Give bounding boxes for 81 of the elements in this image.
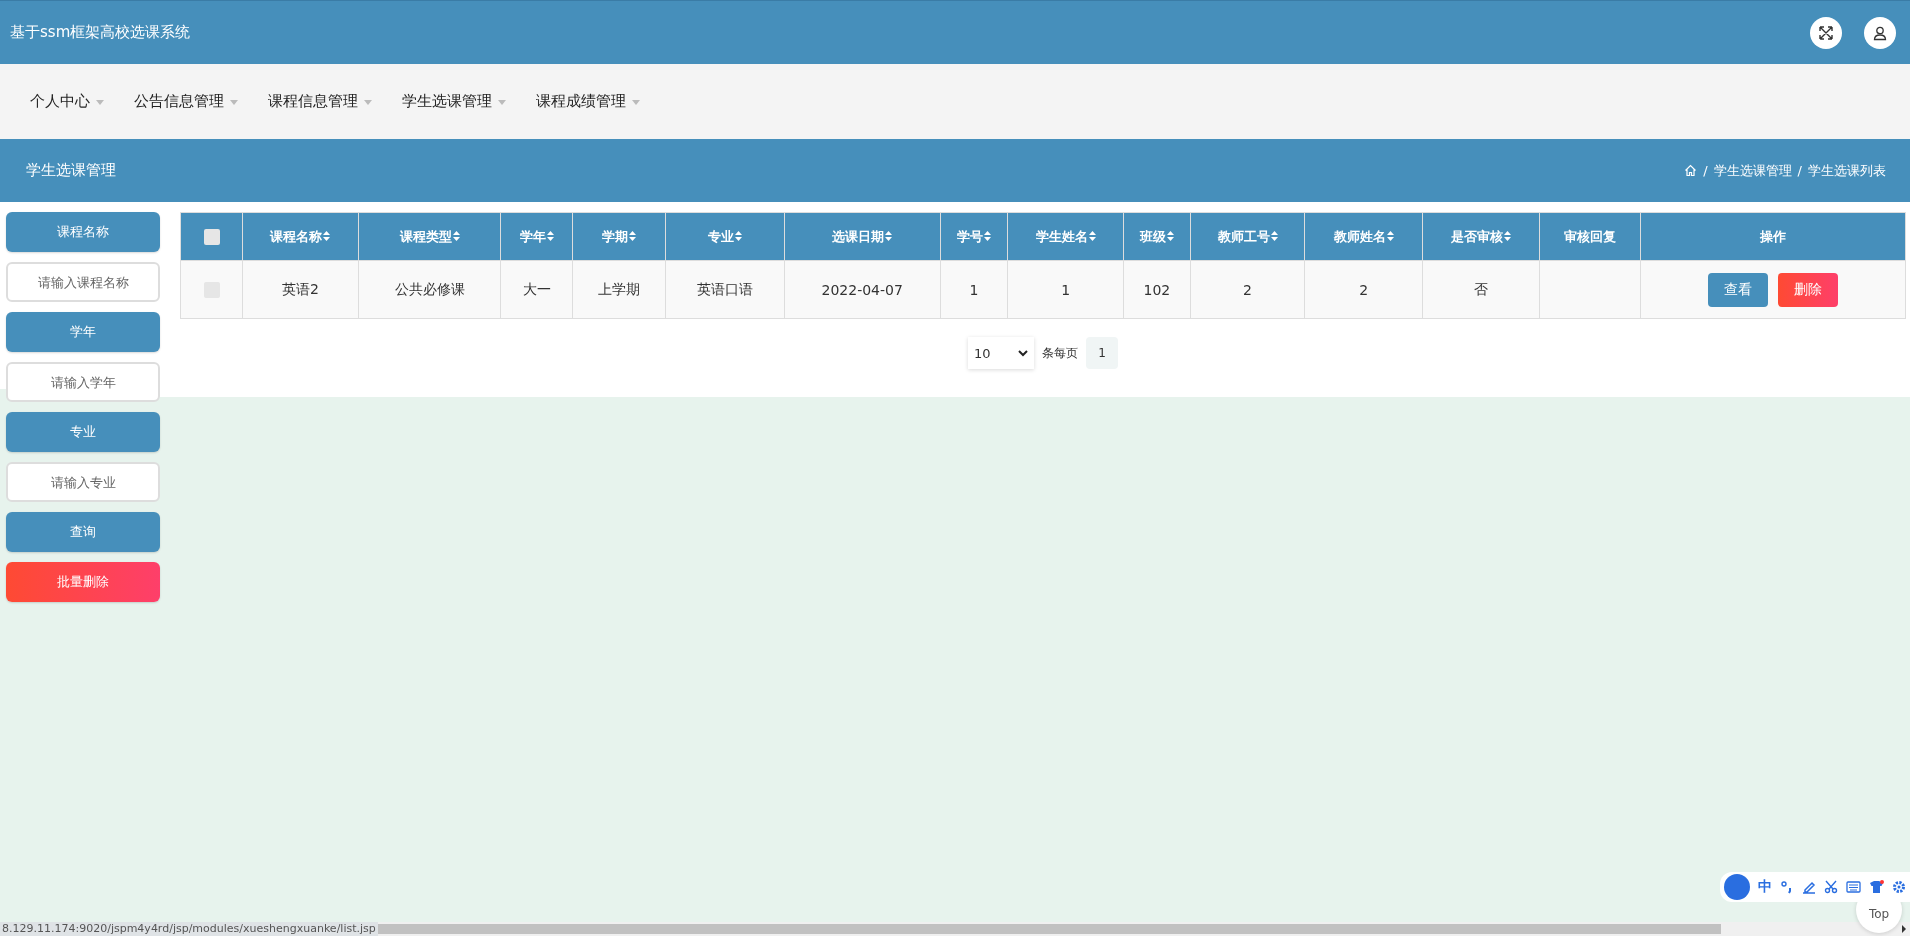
table-cell: 1 bbox=[969, 281, 979, 298]
breadcrumb-link[interactable]: 学生选课管理 bbox=[1713, 161, 1792, 180]
table-cell: 英语口语 bbox=[697, 280, 754, 297]
table-cell: 102 bbox=[1143, 281, 1171, 298]
column-header[interactable]: 教师工号 bbox=[1190, 212, 1305, 261]
sort-icon[interactable] bbox=[1503, 230, 1511, 241]
column-header[interactable]: 是否审核 bbox=[1422, 212, 1540, 261]
column-header[interactable]: 学生姓名 bbox=[1007, 212, 1124, 261]
column-header[interactable]: 课程名称 bbox=[242, 212, 359, 261]
column-header[interactable]: 专业 bbox=[665, 212, 785, 261]
scissors-icon[interactable] bbox=[1824, 880, 1838, 894]
column-header[interactable]: 班级 bbox=[1123, 212, 1191, 261]
sort-icon[interactable] bbox=[629, 230, 637, 241]
sort-icon[interactable] bbox=[1386, 230, 1394, 241]
user-icon[interactable] bbox=[1864, 16, 1896, 49]
nav-menu[interactable]: 学生选课管理 bbox=[402, 92, 506, 111]
caret-icon bbox=[632, 100, 640, 105]
table-cell: 公共必修课 bbox=[394, 280, 465, 297]
nav-menu[interactable]: 个人中心 bbox=[30, 92, 104, 111]
column-header[interactable]: 审核回复 bbox=[1539, 212, 1641, 261]
delete-button[interactable]: 删除 bbox=[1777, 272, 1838, 307]
table-cell: 1 bbox=[1061, 281, 1071, 298]
filter-field[interactable]: 请输入专业 bbox=[6, 462, 160, 502]
column-header[interactable]: 选课日期 bbox=[784, 212, 941, 261]
batch-delete-button[interactable]: 批量删除 bbox=[6, 562, 160, 602]
search-button[interactable]: 查询 bbox=[6, 512, 160, 552]
settings-icon[interactable] bbox=[1892, 880, 1906, 894]
caret-icon bbox=[498, 100, 506, 105]
select-all-checkbox[interactable] bbox=[203, 228, 220, 245]
chevron-down-icon bbox=[1018, 349, 1028, 357]
page-size-label: 条每页 bbox=[1042, 344, 1078, 362]
column-header[interactable]: 学号 bbox=[940, 212, 1008, 261]
page-link[interactable]: 1 bbox=[1086, 337, 1118, 369]
table-cell: 英语2 bbox=[282, 280, 319, 297]
column-header[interactable]: 操作 bbox=[1640, 212, 1906, 261]
breadcrumb-separator: / bbox=[1797, 163, 1802, 178]
column-header[interactable]: 课程类型 bbox=[358, 212, 501, 261]
column-header[interactable]: 学年 bbox=[500, 212, 573, 261]
ime-mode-toggle[interactable]: 中 bbox=[1758, 878, 1772, 896]
column-header[interactable]: 学期 bbox=[572, 212, 666, 261]
section-title: 学生选课管理 bbox=[26, 161, 116, 180]
caret-icon bbox=[364, 100, 372, 105]
table-cell: 2 bbox=[1359, 281, 1369, 298]
table-cell: 2022-04-07 bbox=[821, 281, 903, 298]
sort-icon[interactable] bbox=[1166, 230, 1174, 241]
table-cell: 大一 bbox=[522, 280, 551, 297]
sort-icon[interactable] bbox=[885, 230, 893, 241]
filter-label: 学年 bbox=[6, 312, 160, 352]
nav-menu[interactable]: 公告信息管理 bbox=[134, 92, 238, 111]
sort-icon[interactable] bbox=[323, 230, 331, 241]
punctuation-icon[interactable] bbox=[1780, 880, 1794, 894]
pen-icon[interactable] bbox=[1802, 880, 1816, 894]
nav-menu[interactable]: 课程成绩管理 bbox=[536, 92, 640, 111]
fullscreen-icon[interactable] bbox=[1810, 16, 1842, 49]
table-cell: 否 bbox=[1473, 280, 1488, 297]
home-icon[interactable] bbox=[1684, 164, 1698, 177]
caret-icon bbox=[230, 100, 238, 105]
shirt-icon[interactable] bbox=[1869, 880, 1884, 894]
sort-icon[interactable] bbox=[1270, 230, 1278, 241]
filter-label: 专业 bbox=[6, 412, 160, 452]
breadcrumb-link[interactable]: 学生选课列表 bbox=[1808, 161, 1886, 180]
sort-icon[interactable] bbox=[735, 230, 743, 241]
view-button[interactable]: 查看 bbox=[1707, 272, 1768, 307]
sort-icon[interactable] bbox=[1088, 230, 1096, 241]
filter-field[interactable]: 请输入课程名称 bbox=[6, 262, 160, 302]
sort-icon[interactable] bbox=[546, 230, 554, 241]
filter-field[interactable]: 请输入学年 bbox=[6, 362, 160, 402]
filter-label: 课程名称 bbox=[6, 212, 160, 252]
status-url: 8.129.11.174:9020/jspm4y4rd/jsp/modules/xueshengxuanke/list.jsp bbox=[0, 922, 378, 936]
sort-icon[interactable] bbox=[452, 230, 460, 241]
table-cell: 上学期 bbox=[598, 280, 641, 297]
nav-menu[interactable]: 课程信息管理 bbox=[268, 92, 372, 111]
breadcrumb-separator: / bbox=[1703, 163, 1708, 178]
site-title: 基于ssm框架高校选课系统 bbox=[10, 23, 191, 42]
column-header[interactable]: 教师姓名 bbox=[1304, 212, 1423, 261]
keyboard-icon[interactable] bbox=[1846, 881, 1861, 893]
page-size-select[interactable]: 10 bbox=[968, 337, 1034, 369]
sort-icon[interactable] bbox=[984, 230, 991, 241]
scrollbar-thumb[interactable] bbox=[377, 924, 1721, 934]
table-cell: 2 bbox=[1243, 281, 1253, 298]
caret-icon bbox=[96, 100, 104, 105]
